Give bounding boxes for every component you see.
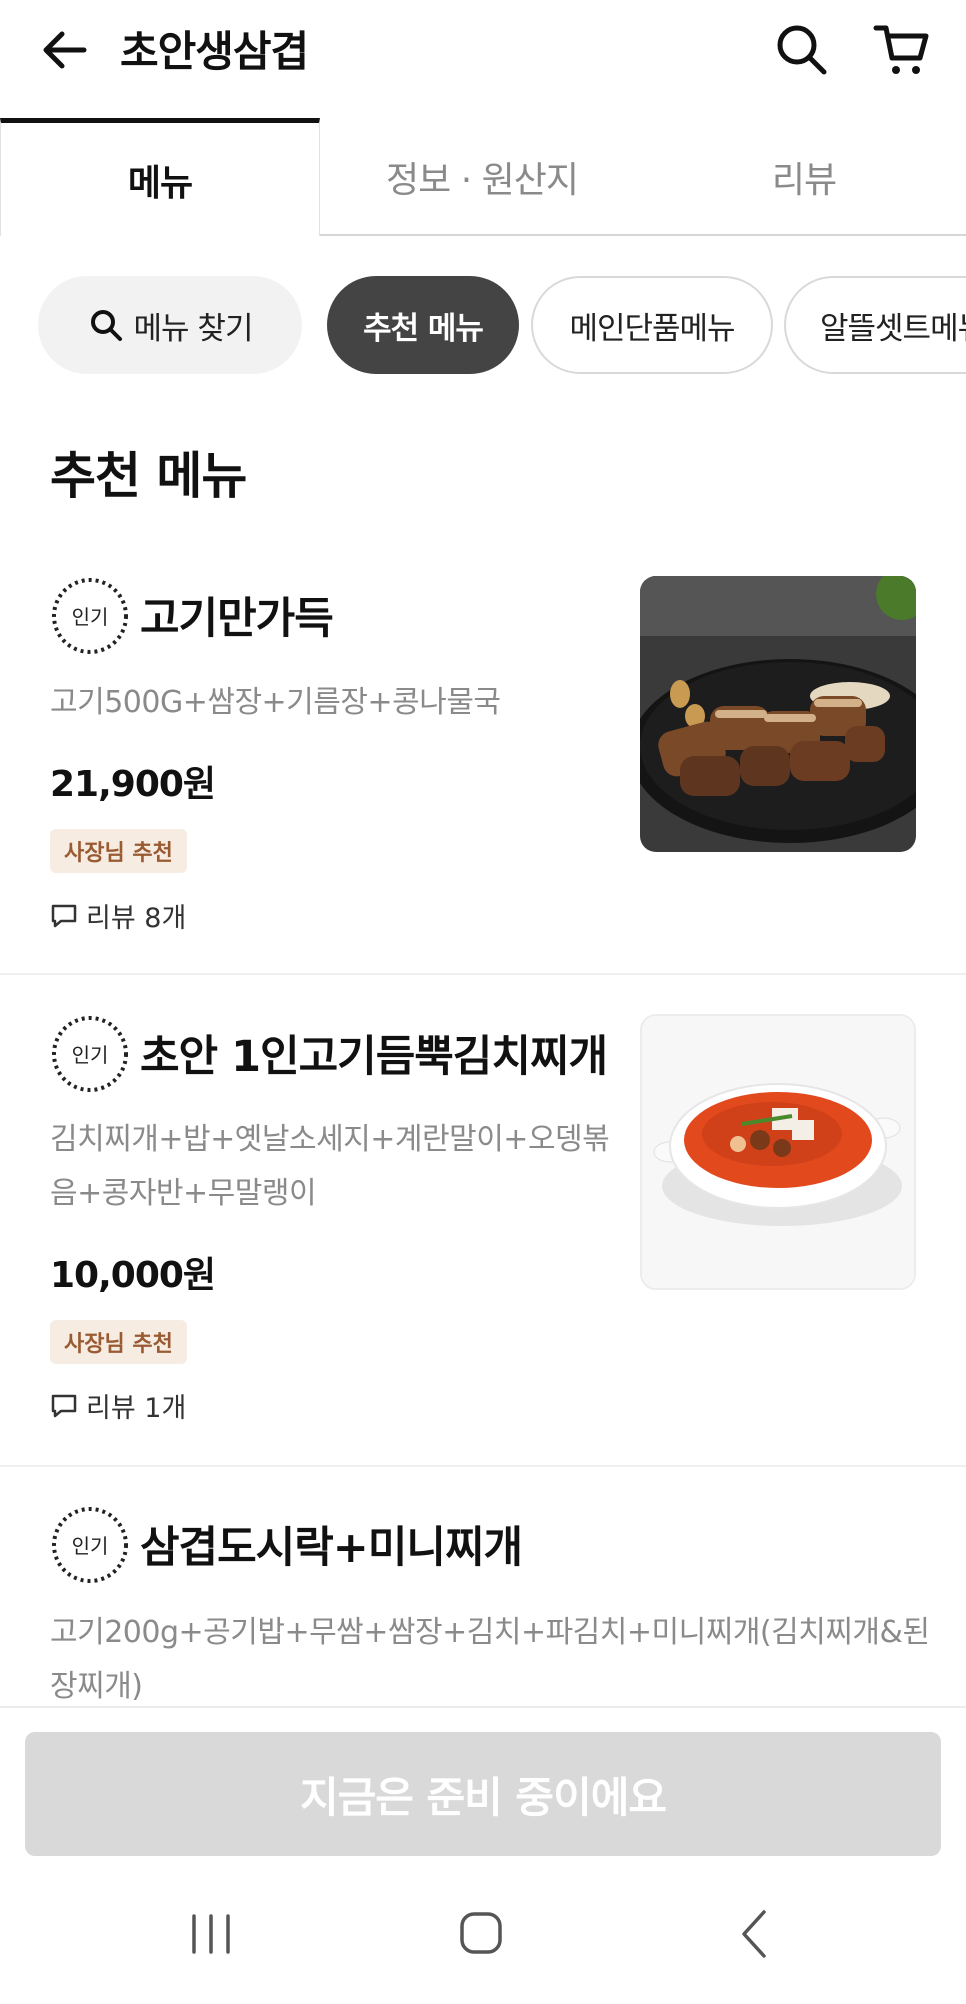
review-count: 리뷰 1개 (50, 1386, 186, 1425)
cart-button[interactable] (872, 20, 932, 80)
back-button[interactable] (36, 20, 96, 80)
menu-item-name: 고기만가득 (140, 594, 334, 644)
chip-main-single[interactable]: 메인단품메뉴 (531, 276, 773, 374)
menu-item-name: 초안 1인고기듬뿍김치찌개 (140, 1032, 608, 1082)
chip-recommended[interactable]: 추천 메뉴 (327, 276, 519, 374)
section-title: 추천 메뉴 (50, 447, 247, 505)
app-header: 초안생삼겹 (0, 0, 966, 118)
review-count-label: 리뷰 8개 (86, 903, 187, 934)
page-title: 초안생삼겹 (120, 27, 309, 76)
menu-item-description: 김치찌개+밥+옛날소세지+계란말이+오뎅볶음+콩자반+무말랭이 (50, 1122, 610, 1211)
tab-reviews[interactable]: 리뷰 (644, 118, 964, 236)
svg-text:인기: 인기 (72, 605, 109, 629)
item-divider (0, 973, 966, 975)
system-nav-bar (0, 1866, 966, 2004)
cart-icon (873, 25, 929, 74)
kimchi-stew-image (642, 1016, 914, 1288)
review-count: 리뷰 8개 (50, 896, 186, 935)
tab-menu[interactable]: 메뉴 (0, 118, 320, 236)
svg-text:인기: 인기 (72, 1534, 109, 1558)
review-count-label: 리뷰 1개 (86, 1393, 187, 1424)
order-bar: 지금은 준비 중이에요 (0, 1706, 966, 1868)
category-chips: 메뉴 찾기 추천 메뉴 메인단품메뉴 알뜰셋트메뉴 (0, 272, 966, 382)
grilled-pork-image (640, 576, 916, 852)
tab-divider (320, 234, 966, 236)
tab-info-origin[interactable]: 정보 · 원산지 (322, 118, 642, 236)
owner-recommend-tag: 사장님 추천 (50, 1320, 187, 1364)
search-button[interactable] (772, 20, 830, 78)
popular-badge-icon: 인기 (52, 1507, 128, 1583)
arrow-left-icon (43, 31, 87, 69)
owner-recommend-tag: 사장님 추천 (50, 829, 187, 873)
popular-badge-icon: 인기 (52, 1016, 128, 1092)
menu-item-photo (640, 576, 916, 852)
item-divider (0, 1465, 966, 1467)
menu-item-price: 21,900원 (50, 764, 216, 805)
menu-search-chip[interactable]: 메뉴 찾기 (38, 276, 302, 374)
chip-value-set[interactable]: 알뜰셋트메뉴 (784, 276, 966, 374)
order-button-disabled[interactable]: 지금은 준비 중이에요 (25, 1732, 941, 1856)
menu-item-description: 고기500G+쌈장+기름장+콩나물국 (50, 685, 501, 720)
menu-item-photo (640, 1014, 916, 1290)
home-icon[interactable] (456, 1904, 506, 1964)
svg-text:인기: 인기 (72, 1043, 109, 1067)
menu-item-name: 삼겹도시락+미니찌개 (140, 1523, 523, 1573)
tab-bar: 메뉴 정보 · 원산지 리뷰 (0, 118, 966, 238)
comment-icon (51, 1394, 77, 1417)
menu-item-price: 10,000원 (50, 1255, 216, 1296)
recent-apps-icon[interactable] (186, 1904, 236, 1964)
menu-search-label: 메뉴 찾기 (133, 310, 254, 347)
back-nav-icon[interactable] (730, 1904, 780, 1964)
menu-item-description: 고기200g+공기밥+무쌈+쌈장+김치+파김치+미니찌개(김치찌개&된장찌개) (50, 1615, 930, 1704)
comment-icon (51, 904, 77, 927)
search-icon (90, 310, 122, 341)
search-icon (777, 25, 827, 75)
popular-badge-icon: 인기 (52, 578, 128, 654)
